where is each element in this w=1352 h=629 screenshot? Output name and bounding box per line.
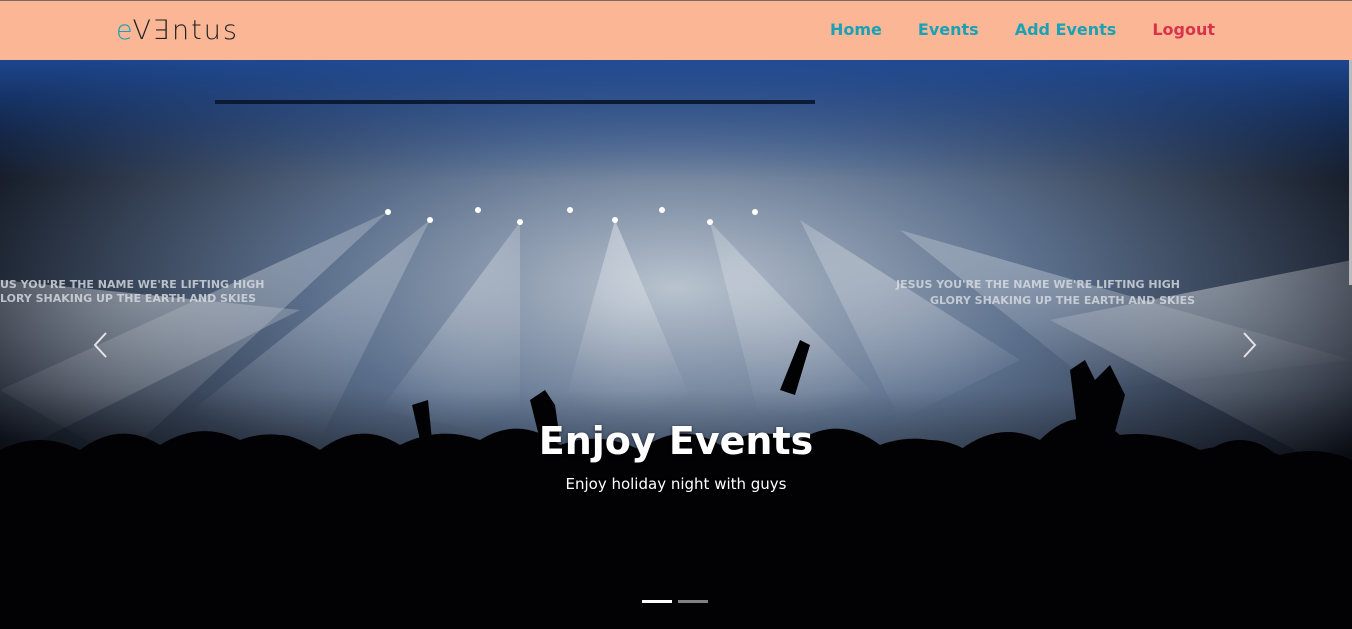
screen-text-right-1: JESUS YOU'RE THE NAME WE'RE LIFTING HIGH <box>895 278 1180 291</box>
nav-events-link[interactable]: Events <box>918 19 979 41</box>
nav-add-events-link[interactable]: Add Events <box>1015 19 1117 41</box>
screen-text-left-1: US YOU'RE THE NAME WE'RE LIFTING HIGH <box>0 278 264 291</box>
brand-logo-rest: Vꓱntus <box>132 15 239 46</box>
carousel-subtitle: Enjoy holiday night with guys <box>565 475 787 493</box>
carousel-next-button[interactable] <box>1232 330 1262 360</box>
carousel-title: Enjoy Events <box>538 419 814 463</box>
carousel-indicators <box>642 600 708 603</box>
nav-home-link[interactable]: Home <box>830 19 882 41</box>
chevron-left-icon <box>93 332 107 358</box>
screen-text-left-2: LORY SHAKING UP THE EARTH AND SKIES <box>0 292 256 305</box>
carousel-indicator-1[interactable] <box>642 600 672 603</box>
nav-logout-link[interactable]: Logout <box>1152 19 1215 41</box>
screen-text-right-2: GLORY SHAKING UP THE EARTH AND SKIES <box>930 294 1195 307</box>
nav-menu: Home Events Add Events Logout <box>830 19 1215 41</box>
brand-logo-first-letter: e <box>116 15 133 46</box>
concert-image: US YOU'RE THE NAME WE'RE LIFTING HIGH LO… <box>0 60 1352 629</box>
navbar: eVꓱntus Home Events Add Events Logout <box>0 0 1352 60</box>
chevron-right-icon <box>1243 332 1257 358</box>
hero-carousel: US YOU'RE THE NAME WE'RE LIFTING HIGH LO… <box>0 60 1352 629</box>
carousel-prev-button[interactable] <box>88 330 118 360</box>
carousel-indicator-2[interactable] <box>678 600 708 603</box>
carousel-caption: Enjoy Events Enjoy holiday night with gu… <box>0 418 1352 494</box>
brand-logo[interactable]: eVꓱntus <box>116 15 239 47</box>
